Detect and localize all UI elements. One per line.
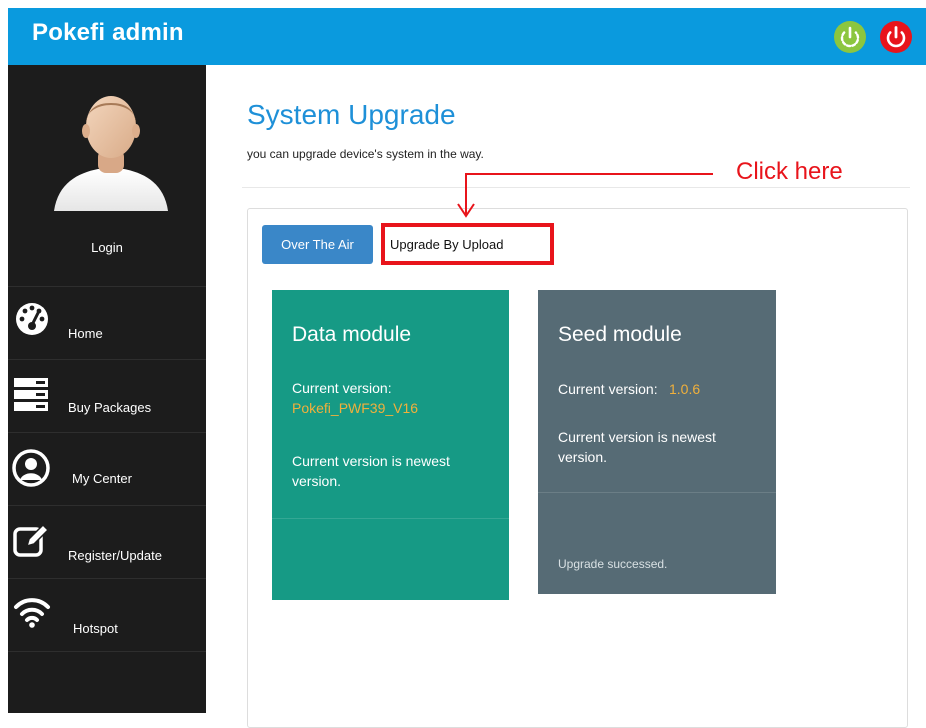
sidebar-item-label: Buy Packages: [68, 400, 152, 415]
version-value: Pokefi_PWF39_V16: [292, 400, 419, 416]
page-subtitle: you can upgrade device's system in the w…: [247, 147, 484, 161]
sidebar-divider: [8, 651, 206, 652]
edit-pencil-icon: [12, 522, 52, 558]
card-title: Seed module: [558, 323, 682, 346]
version-label: Current version:: [292, 380, 392, 396]
wifi-icon: [12, 595, 52, 631]
sidebar-item-label: Register/Update: [68, 548, 162, 563]
sidebar-item-buy-packages[interactable]: Buy Packages: [8, 359, 206, 432]
annotation-label: Click here: [736, 158, 843, 185]
annotation-highlight-box: [381, 223, 554, 265]
app-title: Pokefi admin: [32, 19, 184, 46]
seed-module-card: Seed module Current version: 1.0.6 Curre…: [538, 290, 776, 594]
card-divider: [272, 518, 509, 519]
title-divider: [242, 187, 910, 188]
tab-over-the-air[interactable]: Over The Air: [262, 225, 373, 264]
login-link[interactable]: Login: [8, 240, 206, 255]
data-module-card: Data module Current version: Pokefi_PWF3…: [272, 290, 509, 600]
card-title: Data module: [292, 323, 412, 346]
server-stack-icon: [12, 376, 52, 412]
version-value: 1.0.6: [669, 381, 701, 397]
version-label: Current version:: [558, 381, 658, 397]
sidebar-item-label: Home: [68, 326, 103, 341]
top-header-bar: Pokefi admin: [8, 8, 926, 65]
sidebar-item-home[interactable]: Home: [8, 286, 206, 359]
sidebar-item-register-update[interactable]: Register/Update: [8, 505, 206, 578]
power-off-icon[interactable]: [880, 21, 912, 53]
dashboard-gauge-icon: [12, 301, 52, 337]
sidebar-item-my-center[interactable]: My Center: [8, 432, 206, 505]
sidebar: Login Home Buy Packages My Center Regist…: [8, 65, 206, 713]
user-avatar-icon[interactable]: [52, 87, 170, 211]
page-title: System Upgrade: [247, 99, 456, 130]
user-circle-icon: [12, 449, 52, 487]
upgrade-status-text: Upgrade successed.: [558, 557, 668, 571]
sidebar-item-label: Hotspot: [73, 621, 118, 636]
sidebar-item-hotspot[interactable]: Hotspot: [8, 578, 206, 651]
card-divider: [538, 492, 776, 493]
version-status: Current version is newest version.: [292, 453, 450, 489]
sidebar-item-label: My Center: [72, 471, 132, 486]
version-status: Current version is newest version.: [558, 429, 716, 465]
restart-power-icon[interactable]: [834, 21, 866, 53]
